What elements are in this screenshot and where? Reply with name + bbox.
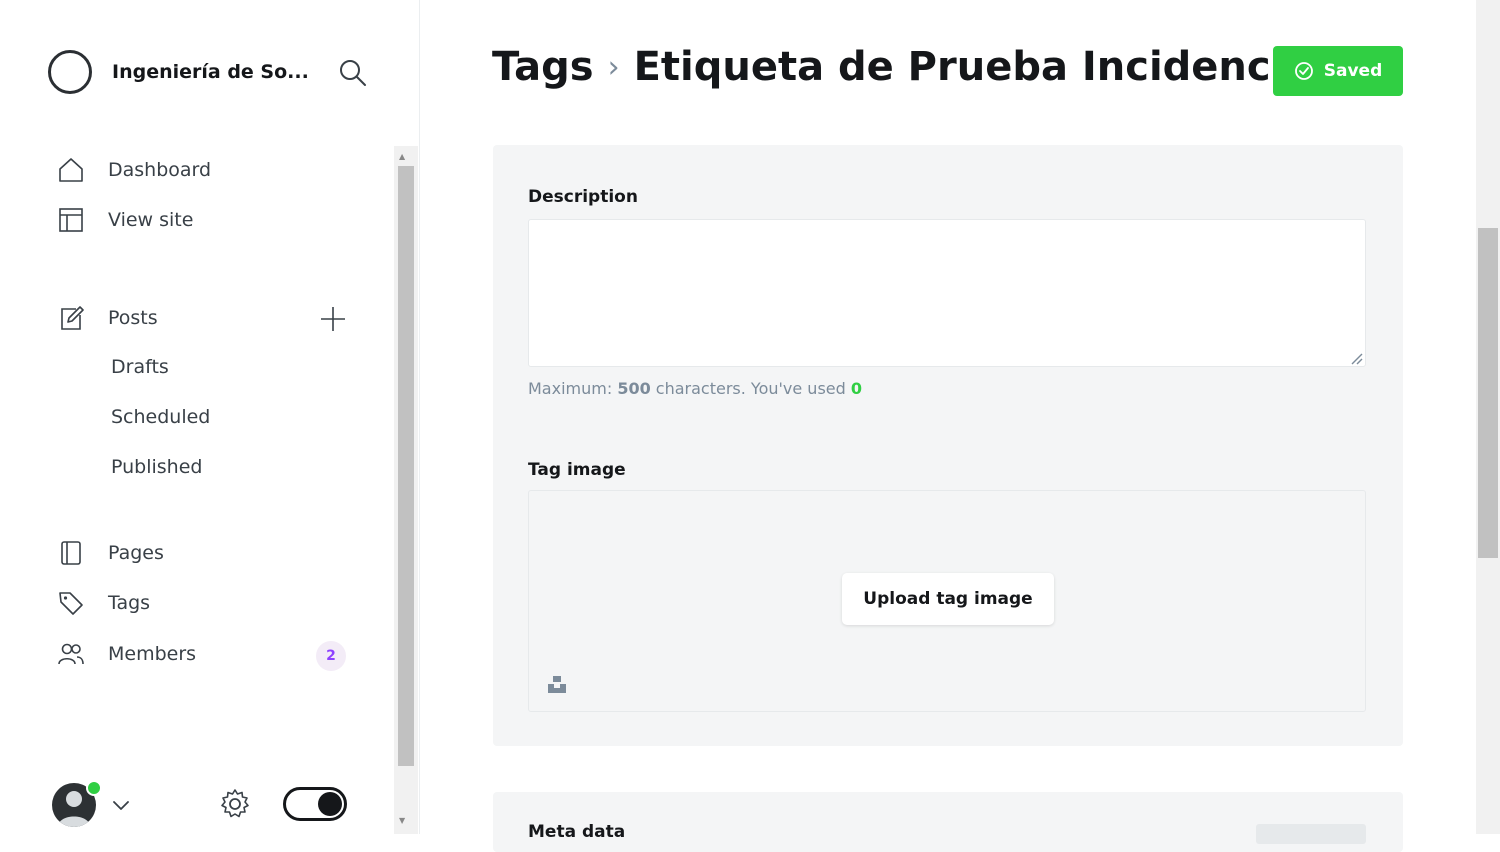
resize-grip-icon[interactable]	[1349, 350, 1363, 365]
site-logo[interactable]	[48, 50, 92, 94]
meta-data-panel: Meta data	[493, 792, 1403, 852]
nav-view-site-label: View site	[108, 209, 194, 231]
breadcrumb-separator: ›	[607, 49, 620, 85]
site-title[interactable]: Ingeniería de So...	[112, 61, 309, 83]
nav-members[interactable]: Members	[58, 639, 196, 669]
hint-suffix: characters. You've used	[650, 379, 851, 398]
nav-posts-label: Posts	[108, 307, 158, 329]
save-button-label: Saved	[1323, 61, 1383, 81]
plus-icon	[321, 307, 345, 331]
pages-icon	[58, 540, 84, 566]
save-button[interactable]: Saved	[1273, 46, 1403, 96]
description-textarea[interactable]	[528, 219, 1366, 367]
dark-mode-toggle[interactable]	[283, 787, 347, 821]
main-content: Tags › Etiqueta de Prueba Incidencia Sav…	[420, 0, 1476, 852]
tag-settings-panel: Description Maximum: 500 characters. You…	[493, 145, 1403, 746]
page-scroll-thumb[interactable]	[1478, 228, 1498, 558]
home-icon	[58, 157, 84, 183]
check-circle-icon	[1294, 62, 1313, 80]
site-header: Ingeniería de So...	[48, 50, 378, 94]
new-post-button[interactable]	[318, 304, 348, 334]
scroll-up-arrow[interactable]: ▲	[399, 152, 405, 162]
breadcrumb-tags-link[interactable]: Tags	[492, 44, 594, 90]
online-status-dot	[86, 780, 102, 796]
upload-tag-image-button[interactable]: Upload tag image	[842, 573, 1054, 625]
breadcrumb: Tags › Etiqueta de Prueba Incidencia	[492, 44, 1311, 90]
hint-max: 500	[617, 379, 651, 398]
nav-dashboard-label: Dashboard	[108, 159, 212, 181]
nav-scheduled[interactable]: Scheduled	[111, 406, 210, 434]
description-label: Description	[528, 187, 638, 207]
page-scrollbar[interactable]	[1476, 0, 1500, 834]
sidebar: Ingeniería de So... Dashboard View site …	[0, 0, 420, 834]
tag-image-dropzone[interactable]: Upload tag image	[528, 490, 1366, 712]
view-site-icon	[58, 207, 84, 233]
meta-data-label: Meta data	[528, 822, 626, 842]
nav-members-label: Members	[108, 643, 197, 665]
nav-published[interactable]: Published	[111, 456, 202, 484]
search-icon[interactable]	[338, 58, 368, 88]
members-icon	[58, 641, 84, 667]
tag-image-label: Tag image	[528, 460, 626, 480]
nav-view-site[interactable]: View site	[58, 205, 193, 235]
members-count-badge: 2	[316, 641, 346, 671]
nav-tags-label: Tags	[108, 592, 151, 614]
toggle-knob	[318, 792, 342, 816]
gear-icon[interactable]	[218, 787, 252, 821]
tag-icon	[58, 590, 84, 616]
nav-pages[interactable]: Pages	[58, 538, 164, 568]
chevron-down-icon[interactable]	[110, 794, 132, 816]
scroll-down-arrow[interactable]: ▼	[399, 816, 405, 826]
description-hint: Maximum: 500 characters. You've used 0	[528, 379, 862, 398]
nav-tags[interactable]: Tags	[58, 588, 150, 618]
nav-posts[interactable]: Posts	[58, 303, 158, 333]
page-title: Etiqueta de Prueba Incidencia	[633, 44, 1312, 90]
hint-used-count: 0	[850, 379, 863, 398]
posts-icon	[58, 305, 84, 331]
nav-dashboard[interactable]: Dashboard	[58, 155, 211, 185]
sidebar-scroll-thumb[interactable]	[398, 166, 414, 766]
meta-data-expand-button[interactable]	[1256, 824, 1366, 844]
sidebar-scrollbar[interactable]: ▲ ▼	[394, 146, 418, 834]
unsplash-icon[interactable]	[547, 674, 567, 694]
hint-prefix: Maximum:	[528, 379, 618, 398]
nav-drafts[interactable]: Drafts	[111, 356, 169, 384]
nav-pages-label: Pages	[108, 542, 164, 564]
